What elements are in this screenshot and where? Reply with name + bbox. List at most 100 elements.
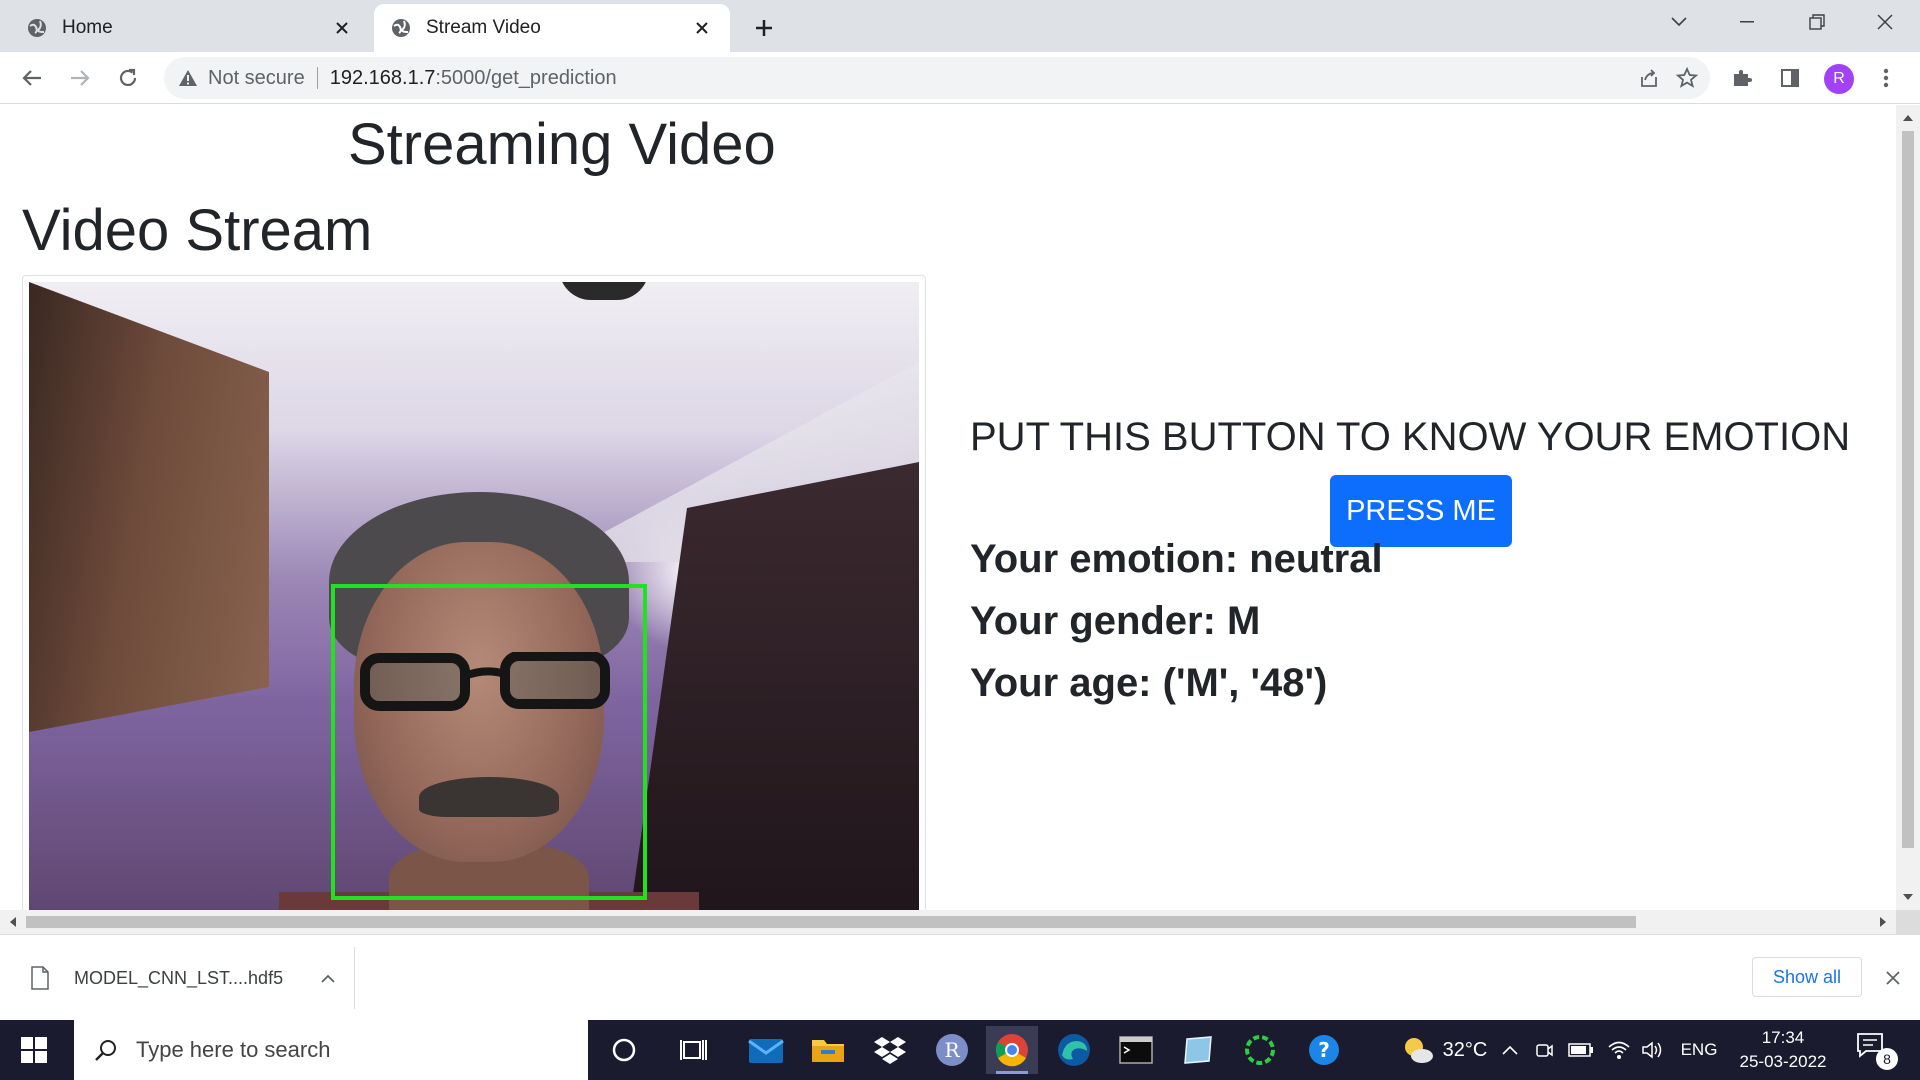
download-shelf: MODEL_CNN_LST....hdf5 Show all (0, 934, 1920, 1020)
close-window-button[interactable] (1852, 0, 1918, 44)
kebab-menu-icon (1883, 68, 1889, 88)
scroll-down-icon[interactable] (1902, 890, 1914, 904)
vertical-scrollbar[interactable] (1896, 105, 1920, 910)
emotion-result: Your emotion: neutral (970, 537, 1383, 581)
loader-app-icon[interactable] (1234, 1026, 1286, 1074)
profile-avatar[interactable]: R (1824, 64, 1854, 94)
webcam-video-feed (29, 282, 919, 910)
reload-button[interactable] (108, 58, 148, 98)
r-app-icon[interactable]: R (926, 1026, 978, 1074)
scroll-right-icon[interactable] (1876, 915, 1890, 929)
minimize-icon (1740, 21, 1754, 23)
video-ceiling-fan (559, 282, 649, 300)
tab-home[interactable]: Home (10, 4, 370, 52)
download-item[interactable]: MODEL_CNN_LST....hdf5 (30, 953, 340, 1003)
menu-button[interactable] (1866, 58, 1906, 98)
search-placeholder: Type here to search (136, 1037, 331, 1062)
close-icon[interactable] (330, 16, 354, 40)
search-icon (94, 1038, 118, 1062)
close-icon[interactable] (690, 16, 714, 40)
tab-title: Stream Video (426, 17, 541, 38)
horizontal-scrollbar[interactable] (0, 910, 1896, 934)
scrollbar-corner (1896, 910, 1920, 934)
taskbar-search[interactable]: Type here to search (74, 1020, 588, 1080)
url-host: 192.168.1.7 (329, 66, 436, 89)
chevron-up-icon[interactable] (1496, 1020, 1524, 1080)
scroll-up-icon[interactable] (1902, 111, 1914, 125)
tab-strip: Home Stream Video (0, 0, 1920, 52)
notepad-icon[interactable] (1172, 1026, 1224, 1074)
chrome-icon[interactable] (986, 1026, 1038, 1074)
windows-logo-icon (21, 1037, 47, 1063)
language-indicator[interactable]: ENG (1676, 1020, 1722, 1080)
divider (354, 947, 355, 1009)
edge-icon[interactable] (1048, 1026, 1100, 1074)
chevron-up-icon[interactable] (316, 974, 340, 983)
plus-icon (756, 20, 772, 36)
globe-icon (26, 17, 48, 39)
emotion-prompt: PUT THIS BUTTON TO KNOW YOUR EMOTION (970, 415, 1851, 459)
star-icon (1676, 67, 1698, 88)
age-result: Your age: ('M', '48') (970, 661, 1328, 705)
file-icon (30, 966, 50, 990)
tab-search-button[interactable] (1646, 0, 1712, 44)
dropbox-icon[interactable] (864, 1026, 916, 1074)
scroll-left-icon[interactable] (6, 915, 20, 929)
reload-icon (119, 68, 137, 87)
notification-count: 8 (1876, 1048, 1898, 1070)
share-icon (1641, 69, 1657, 87)
clock-date: 25-03-2022 (1739, 1052, 1827, 1071)
cortana-icon[interactable] (598, 1026, 650, 1074)
forward-button[interactable] (60, 58, 100, 98)
mail-icon[interactable] (740, 1026, 792, 1074)
video-frame (22, 275, 926, 910)
face-detection-box (331, 584, 647, 900)
warning-icon[interactable] (178, 69, 198, 87)
back-button[interactable] (12, 58, 52, 98)
page-viewport: Streaming Video Video Stream PUT THIS BU… (0, 105, 1896, 910)
tab-stream-video[interactable]: Stream Video (374, 4, 730, 52)
side-panel-button[interactable] (1770, 58, 1810, 98)
new-tab-button[interactable] (744, 8, 784, 48)
help-icon[interactable]: ? (1298, 1026, 1350, 1074)
taskbar-clock[interactable]: 17:34 25-03-2022 (1728, 1026, 1838, 1074)
divider (316, 67, 318, 89)
section-title: Video Stream (22, 198, 373, 263)
address-bar[interactable]: Not secure 192.168.1.7:5000/get_predicti… (164, 57, 1710, 99)
download-file-name: MODEL_CNN_LST....hdf5 (74, 967, 284, 988)
extensions-button[interactable] (1722, 58, 1762, 98)
gender-result: Your gender: M (970, 599, 1261, 643)
wifi-icon[interactable] (1604, 1020, 1634, 1080)
weather-widget[interactable]: 32°C (1384, 1020, 1504, 1080)
vertical-scroll-thumb[interactable] (1902, 131, 1914, 848)
arrow-left-icon (22, 70, 41, 86)
start-button[interactable] (14, 1034, 54, 1066)
svg-text:?: ? (1318, 1038, 1330, 1062)
notifications-button[interactable]: 8 (1856, 1032, 1898, 1070)
show-all-button[interactable]: Show all (1752, 957, 1862, 997)
puzzle-icon (1734, 70, 1752, 86)
battery-icon[interactable] (1566, 1020, 1596, 1080)
page-title: Streaming Video (348, 112, 776, 177)
file-explorer-icon[interactable] (802, 1026, 854, 1074)
close-shelf-button[interactable] (1880, 965, 1906, 991)
close-icon (1877, 14, 1893, 30)
url-text[interactable]: 192.168.1.7:5000/get_prediction (330, 67, 617, 90)
restore-button[interactable] (1784, 0, 1850, 44)
speaker-icon[interactable] (1638, 1020, 1668, 1080)
arrow-right-icon (71, 70, 90, 86)
terminal-icon[interactable] (1110, 1026, 1162, 1074)
active-indicator (996, 1071, 1028, 1074)
task-view-icon[interactable] (668, 1026, 720, 1074)
tab-title: Home (62, 17, 113, 38)
side-panel-icon (1781, 69, 1799, 87)
share-button[interactable] (1628, 57, 1670, 99)
minimize-button[interactable] (1714, 0, 1780, 44)
chevron-down-icon (1671, 17, 1687, 27)
meet-now-icon[interactable] (1530, 1020, 1558, 1080)
video-cabinet (29, 282, 269, 732)
bookmark-button[interactable] (1666, 57, 1708, 99)
globe-icon (390, 17, 412, 39)
security-label: Not secure (208, 66, 305, 89)
horizontal-scroll-thumb[interactable] (26, 916, 1636, 928)
